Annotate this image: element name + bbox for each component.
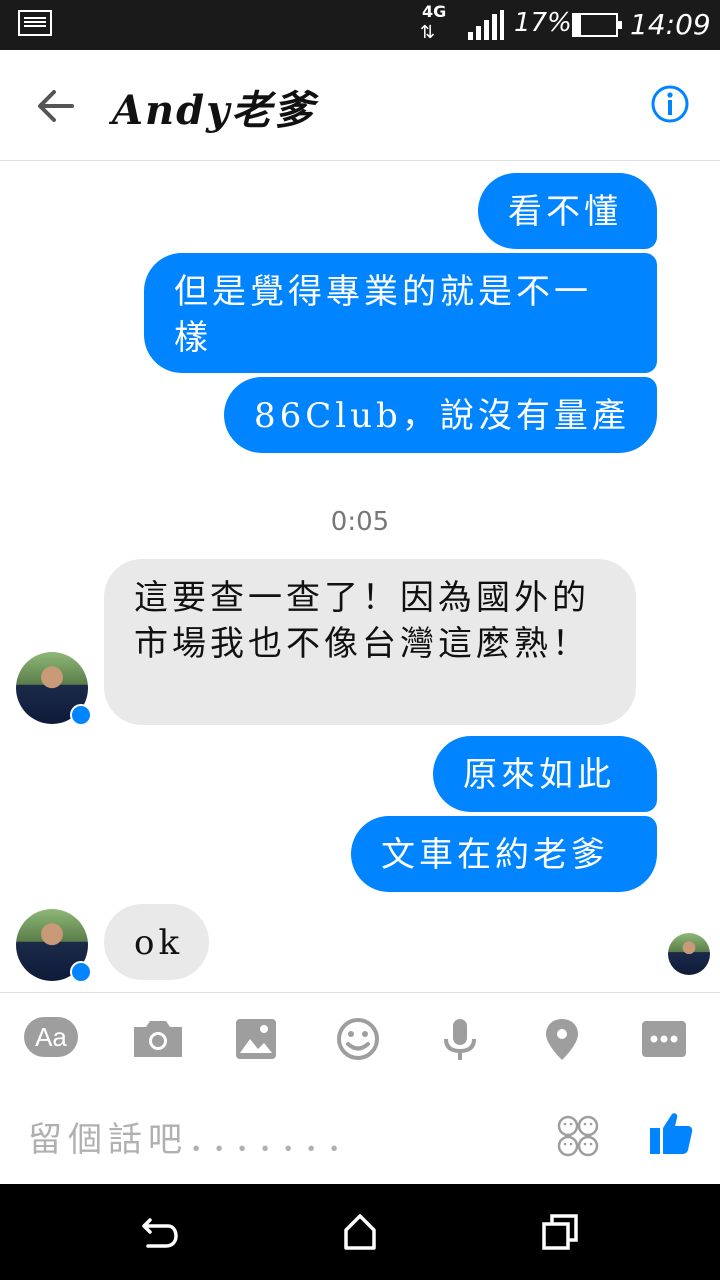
conversation-title: Andy老爹 bbox=[112, 87, 316, 134]
more-icon[interactable] bbox=[636, 1017, 692, 1061]
home-nav-icon[interactable] bbox=[340, 1212, 380, 1252]
message-bubble-outgoing[interactable]: 看不懂 bbox=[478, 173, 657, 249]
battery-icon bbox=[572, 13, 622, 37]
messenger-badge-icon bbox=[70, 704, 92, 726]
contact-avatar[interactable] bbox=[16, 652, 92, 726]
image-icon[interactable] bbox=[228, 1017, 284, 1061]
message-timestamp: 0:05 bbox=[330, 507, 390, 537]
contact-avatar[interactable] bbox=[16, 909, 92, 983]
sticker-icon[interactable] bbox=[556, 1114, 600, 1158]
data-transfer-icon: ⇅ bbox=[420, 22, 436, 43]
signal-strength-icon bbox=[468, 10, 504, 40]
back-nav-icon[interactable] bbox=[140, 1212, 180, 1252]
thumbs-up-icon[interactable] bbox=[648, 1110, 694, 1156]
recent-apps-icon[interactable] bbox=[540, 1212, 580, 1252]
location-icon[interactable] bbox=[534, 1017, 590, 1061]
message-thread[interactable]: 看不懂 但是覺得專業的就是不一樣 86Club，說沒有量產 0:05 這要查一查… bbox=[0, 161, 720, 991]
text-format-icon[interactable]: Aa bbox=[24, 1017, 80, 1061]
read-receipt-avatar bbox=[668, 933, 710, 975]
message-composer[interactable]: 留個話吧．．．．．．． bbox=[0, 1090, 720, 1184]
message-bubble-incoming[interactable]: ok bbox=[104, 904, 209, 980]
message-bubble-outgoing[interactable]: 文車在約老爹 bbox=[351, 816, 657, 892]
network-type: 4G bbox=[422, 2, 447, 21]
emoji-icon[interactable] bbox=[330, 1017, 386, 1061]
system-navigation-bar bbox=[0, 1184, 720, 1280]
message-input[interactable]: 留個話吧．．．．．．． bbox=[28, 1112, 366, 1161]
battery-percent: 17% bbox=[514, 8, 572, 38]
status-bar: 4G ⇅ 17% 14:09 bbox=[0, 0, 720, 50]
info-icon[interactable] bbox=[650, 84, 690, 124]
message-bubble-incoming[interactable]: 這要查一查了！因為國外的市場我也不像台灣這麼熟！ bbox=[104, 559, 636, 725]
message-bubble-outgoing[interactable]: 但是覺得專業的就是不一樣 bbox=[144, 253, 657, 373]
text-format-label: Aa bbox=[24, 1017, 78, 1057]
arrow-left-icon[interactable] bbox=[36, 88, 76, 124]
gallery-notification-icon bbox=[18, 10, 52, 36]
clock: 14:09 bbox=[630, 8, 711, 41]
messenger-badge-icon bbox=[70, 961, 92, 983]
message-bubble-outgoing[interactable]: 原來如此 bbox=[433, 736, 657, 812]
composer-toolbar: Aa bbox=[0, 992, 720, 1083]
conversation-header: Andy老爹 bbox=[0, 50, 720, 161]
microphone-icon[interactable] bbox=[432, 1017, 488, 1061]
message-bubble-outgoing[interactable]: 86Club，說沒有量產 bbox=[224, 377, 657, 453]
camera-icon[interactable] bbox=[130, 1017, 186, 1061]
